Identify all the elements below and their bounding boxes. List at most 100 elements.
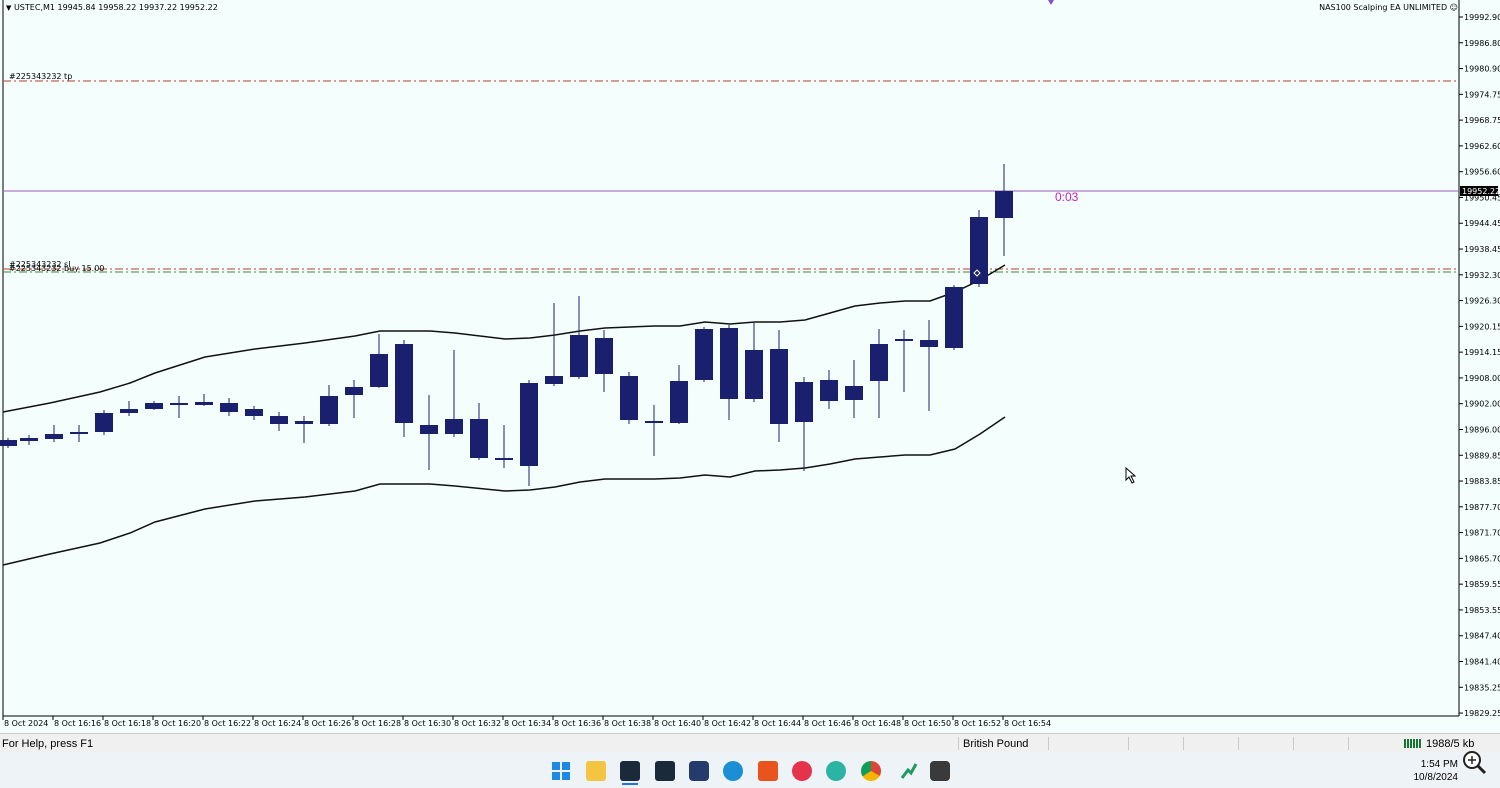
candle-body <box>545 376 563 384</box>
app-icon[interactable] <box>689 761 709 781</box>
bollinger-bands <box>2 264 1006 566</box>
candle-body <box>420 425 438 434</box>
candle-body <box>670 381 688 423</box>
time-tick-label: 8 Oct 16:20 <box>154 719 201 728</box>
expert-advisor-label[interactable]: NAS100 Scalping EA UNLIMITED ☺ <box>1319 3 1458 12</box>
candle-body <box>945 287 963 348</box>
price-tick-label: 19853.55 <box>1464 606 1500 615</box>
price-tick-label: 19986.80 <box>1464 39 1500 48</box>
candle-body <box>770 349 788 424</box>
price-tick-label: 19968.75 <box>1464 116 1500 125</box>
active-app-indicator <box>622 783 638 785</box>
metatrader-2-icon[interactable] <box>655 761 675 781</box>
candle-body <box>45 434 63 439</box>
status-separator <box>1048 737 1049 750</box>
price-tick-label: 19889.85 <box>1464 451 1500 460</box>
candle-body <box>270 416 288 424</box>
time-tick-label: 8 Oct 16:54 <box>1004 719 1051 728</box>
time-tick-label: 8 Oct 16:18 <box>104 719 151 728</box>
candle-body <box>820 380 838 401</box>
candle-body <box>795 382 813 422</box>
candle-body <box>320 396 338 424</box>
mouse-cursor-icon <box>1125 467 1137 484</box>
time-tick-label: 8 Oct 16:38 <box>604 719 651 728</box>
status-separator <box>1293 737 1294 750</box>
metatrader-icon[interactable] <box>620 761 640 781</box>
candle-body <box>720 328 738 399</box>
connection-bars-icon <box>1404 739 1422 748</box>
magnifier-icon[interactable] <box>1461 749 1487 775</box>
candle-body <box>520 383 538 466</box>
price-tick-label: 19962.60 <box>1464 142 1500 151</box>
price-tick-label: 19932.30 <box>1464 271 1500 280</box>
edge-icon[interactable] <box>723 761 743 781</box>
period-marker-icon <box>1048 0 1054 5</box>
time-tick-label: 8 Oct 16:28 <box>354 719 401 728</box>
price-tick-label: 19944.45 <box>1464 219 1500 228</box>
chart-window[interactable]: 19992.90 19986.80 19980.90 19974.75 19968.75… <box>0 0 1500 733</box>
candle-body <box>0 440 17 446</box>
price-tick-label: 19908.00 <box>1464 374 1500 383</box>
candle-body <box>645 421 663 423</box>
candle-body <box>870 344 888 381</box>
candle-body <box>895 339 913 341</box>
candle-body <box>495 458 513 460</box>
candle-body <box>295 421 313 424</box>
candle-body <box>145 403 163 409</box>
time-tick-label: 8 Oct 16:42 <box>704 719 751 728</box>
symbol-header: ▼ USTEC,M1 19945.84 19958.22 19937.22 19… <box>6 3 218 12</box>
candle-body <box>845 386 863 400</box>
ea-name: NAS100 Scalping EA UNLIMITED <box>1319 3 1448 12</box>
candle-body <box>70 432 88 434</box>
candle-body <box>195 402 213 405</box>
time-tick-label: 8 Oct 16:26 <box>304 719 351 728</box>
candle-body <box>470 419 488 458</box>
price-tick-label: 19914.15 <box>1464 348 1500 357</box>
candlesticks <box>0 164 1013 486</box>
price-tick-label: 19865.70 <box>1464 554 1500 563</box>
buy-label: #225343232 buy 15.00 <box>9 264 104 273</box>
record-app-icon[interactable] <box>930 761 950 781</box>
candle-body <box>20 438 38 441</box>
price-tick-label: 19883.85 <box>1464 477 1500 486</box>
price-tick-label: 19920.15 <box>1464 322 1500 331</box>
ea-smiley-icon: ☺ <box>1449 3 1458 12</box>
time-tick-label: 8 Oct 16:50 <box>904 719 951 728</box>
chrome-icon[interactable] <box>861 761 881 781</box>
time-tick-label: 8 Oct 16:24 <box>254 719 301 728</box>
price-tick-label: 19859.55 <box>1464 580 1500 589</box>
candle-body <box>395 344 413 423</box>
ninjatrader-icon[interactable] <box>758 761 778 781</box>
status-separator <box>1128 737 1129 750</box>
time-tick-label: 8 Oct 2024 <box>4 719 48 728</box>
time-tick-label: 8 Oct 16:48 <box>854 719 901 728</box>
chart-app-icon[interactable] <box>899 761 919 781</box>
candle-body <box>95 413 113 432</box>
clock-date: 10/8/2024 <box>1413 772 1459 783</box>
candle-body <box>370 354 388 387</box>
time-axis: 8 Oct 2024 8 Oct 16:16 8 Oct 16:18 8 Oct 16… <box>2 716 1051 728</box>
price-tick-label: 19871.70 <box>1464 529 1500 538</box>
candle-body <box>445 419 463 434</box>
edge-beta-icon[interactable] <box>826 761 846 781</box>
status-separator <box>1238 737 1239 750</box>
price-tick-label: 19877.70 <box>1464 503 1500 512</box>
file-explorer-icon[interactable] <box>586 761 606 781</box>
music-app-icon[interactable] <box>792 761 812 781</box>
system-clock[interactable]: 1:54 PM 10/8/2024 <box>1414 758 1459 784</box>
time-tick-label: 8 Oct 16:22 <box>204 719 251 728</box>
candle-body <box>220 403 238 412</box>
candle-body <box>620 376 638 420</box>
candle-body <box>695 329 713 380</box>
windows-start-icon[interactable] <box>551 761 571 781</box>
time-tick-label: 8 Oct 16:44 <box>754 719 801 728</box>
time-tick-label: 8 Oct 16:46 <box>804 719 851 728</box>
collapse-arrow-icon[interactable]: ▼ <box>6 4 11 12</box>
price-tick-label: 19926.30 <box>1464 297 1500 306</box>
candle-body <box>170 403 188 405</box>
trade-levels <box>3 80 1459 273</box>
chart-canvas[interactable]: 19992.90 19986.80 19980.90 19974.75 19968.75… <box>0 0 1500 733</box>
price-tick-label: 19956.60 <box>1464 168 1500 177</box>
time-tick-label: 8 Oct 16:16 <box>54 719 101 728</box>
time-tick-label: 8 Oct 16:52 <box>954 719 1001 728</box>
